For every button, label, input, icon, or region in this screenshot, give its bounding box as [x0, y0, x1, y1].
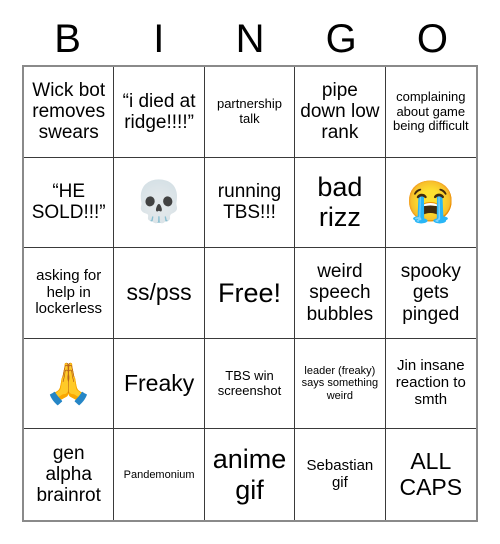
bingo-cell-n4[interactable]: TBS win screenshot	[204, 338, 296, 430]
bingo-header: B I N G O	[22, 14, 478, 64]
bingo-cell-g3[interactable]: weird speech bubbles	[295, 248, 386, 339]
skull-emoji: 💀	[134, 180, 184, 225]
header-letter-n: N	[235, 17, 265, 61]
bingo-cell-label: anime gif	[212, 444, 287, 505]
bingo-cell-label: “i died at ridge!!!!”	[122, 90, 196, 133]
bingo-cell-i5[interactable]: Pandemonium	[114, 429, 205, 520]
bingo-cell-n2[interactable]: running TBS!!!	[204, 157, 296, 249]
bingo-cell-o5[interactable]: ALL CAPS	[385, 429, 476, 520]
bingo-cell-n3[interactable]: Free!	[204, 248, 296, 339]
bingo-cell-n5[interactable]: anime gif	[204, 429, 296, 520]
bingo-cell-o4[interactable]: Jin insane reaction to smth	[385, 338, 476, 430]
bingo-cell-g5[interactable]: Sebastian gif	[295, 429, 386, 520]
bingo-grid: Wick bot removes swears “i died at ridge!…	[22, 65, 478, 522]
folded-hands-emoji: 🙏	[43, 361, 94, 406]
bingo-cell-b2[interactable]: “HE SOLD!!!”	[24, 157, 115, 249]
bingo-cell-label: weird speech bubbles	[306, 261, 374, 325]
bingo-cell-label: “HE SOLD!!!”	[31, 181, 106, 224]
bingo-cell-i3[interactable]: ss/pss	[114, 248, 205, 339]
bingo-cell-label: Sebastian gif	[306, 456, 374, 491]
header-letter-g: G	[325, 17, 357, 61]
bingo-cell-i2[interactable]: 💀	[114, 157, 205, 249]
bingo-card: B I N G O Wick bot removes swears “i died…	[0, 0, 500, 544]
bingo-cell-label: ss/pss	[126, 279, 192, 306]
header-letter-i: I	[153, 17, 165, 61]
bingo-cell-label: running TBS!!!	[217, 181, 282, 224]
bingo-cell-label: Free!	[217, 277, 281, 308]
bingo-cell-label: complaining about game being difficult	[392, 88, 469, 134]
bingo-cell-label: pipe down low rank	[300, 79, 380, 144]
bingo-cell-b4[interactable]: 🙏	[24, 338, 115, 430]
bingo-cell-o1[interactable]: complaining about game being difficult	[385, 67, 476, 158]
bingo-cell-label: gen alpha brainrot	[36, 442, 101, 507]
bingo-cell-label: Jin insane reaction to smth	[395, 357, 466, 408]
bingo-cell-label: spooky gets pinged	[400, 261, 461, 325]
bingo-cell-n1[interactable]: partnership talk	[204, 67, 296, 158]
bingo-cell-i1[interactable]: “i died at ridge!!!!”	[114, 67, 205, 158]
bingo-cell-g1[interactable]: pipe down low rank	[295, 67, 386, 158]
bingo-cell-label: asking for help in lockerless	[35, 266, 103, 318]
bingo-cell-label: TBS win screenshot	[217, 368, 282, 398]
loudly-crying-face-emoji: 😭	[405, 180, 456, 225]
bingo-cell-o3[interactable]: spooky gets pinged	[385, 248, 476, 339]
bingo-cell-label: ALL CAPS	[399, 447, 463, 500]
bingo-cell-label: Wick bot removes swears	[32, 79, 106, 144]
bingo-cell-label: Pandemonium	[123, 468, 195, 481]
bingo-cell-label: partnership talk	[216, 96, 283, 126]
bingo-cell-g2[interactable]: bad rizz	[295, 157, 386, 249]
bingo-cell-label: Freaky	[123, 369, 195, 396]
bingo-cell-b3[interactable]: asking for help in lockerless	[24, 248, 115, 339]
header-letter-o: O	[416, 17, 448, 61]
bingo-cell-label: leader (freaky) says something weird	[301, 365, 379, 402]
bingo-cell-i4[interactable]: Freaky	[114, 338, 205, 430]
bingo-cell-b5[interactable]: gen alpha brainrot	[24, 429, 115, 520]
bingo-cell-o2[interactable]: 😭	[385, 157, 476, 249]
bingo-cell-g4[interactable]: leader (freaky) says something weird	[295, 338, 386, 430]
header-letter-b: B	[54, 17, 81, 61]
bingo-cell-label: bad rizz	[317, 172, 363, 233]
bingo-cell-b1[interactable]: Wick bot removes swears	[24, 67, 115, 158]
